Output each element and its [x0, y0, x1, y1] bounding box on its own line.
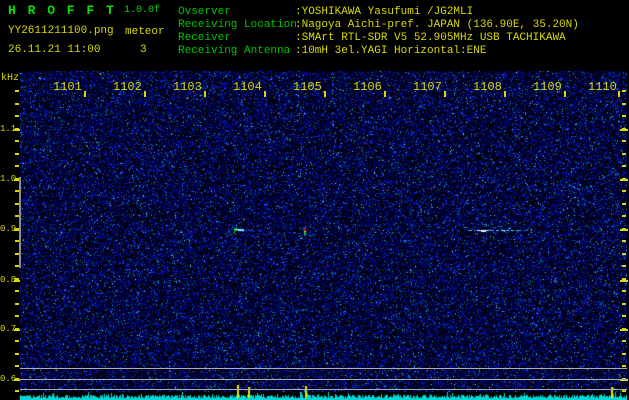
info-value-0: :YOSHIKAWA Yasufumi /JG2MLI — [295, 6, 474, 18]
time-tick-label-1103: 1103 — [173, 80, 202, 94]
freq-minor-tick-right — [622, 102, 626, 105]
freq-minor-tick-right — [622, 140, 626, 142]
time-tick — [144, 91, 146, 97]
freq-minor-tick-right — [622, 315, 626, 317]
freq-minor-tick — [15, 140, 19, 142]
time-tick-label-1104: 1104 — [233, 80, 262, 94]
info-label-1: Receiving Location — [178, 19, 297, 31]
time-tick-label-1110: 1110 — [588, 80, 617, 94]
freq-major-tick — [14, 280, 20, 282]
info-value-2: :SMArt RTL-SDR V5 52.905MHz USB TACHIKAW… — [295, 32, 566, 44]
reference-line-2 — [20, 379, 627, 380]
freq-minor-tick — [15, 102, 19, 105]
time-tick — [564, 91, 566, 97]
freq-minor-tick-right — [622, 165, 626, 167]
freq-minor-tick — [15, 352, 19, 355]
freq-minor-tick — [15, 377, 19, 380]
freq-minor-tick-right — [622, 152, 626, 155]
time-tick — [504, 91, 506, 97]
time-tick-label-1109: 1109 — [533, 80, 562, 94]
freq-minor-tick-right — [622, 390, 626, 392]
freq-tick-label-0.8: 0.8 — [0, 275, 17, 285]
time-tick — [324, 91, 326, 97]
freq-axis-unit: kHz — [1, 73, 20, 84]
hrofft-screen: H R O F F T 1.0.0f YY2611211100.png mete… — [0, 0, 629, 400]
time-tick-label-1106: 1106 — [353, 80, 382, 94]
mode-label: meteor — [125, 26, 165, 38]
level-scale-bar — [19, 177, 21, 268]
freq-minor-tick-right — [622, 277, 626, 280]
freq-tick-label-0.9: 0.9 — [0, 224, 17, 234]
app-title: H R O F F T — [8, 3, 116, 18]
freq-minor-tick — [15, 152, 19, 155]
freq-minor-tick — [15, 315, 19, 317]
freq-minor-tick — [15, 127, 19, 130]
time-tick-label-1108: 1108 — [473, 80, 502, 94]
freq-minor-tick-right — [622, 115, 626, 117]
time-tick — [384, 91, 386, 97]
freq-minor-tick — [15, 390, 19, 392]
freq-minor-tick-right — [622, 177, 626, 180]
time-tick-label-1105: 1105 — [293, 80, 322, 94]
freq-major-tick-right — [620, 280, 628, 282]
freq-minor-tick-right — [622, 327, 626, 330]
time-tick-label-1101: 1101 — [53, 80, 82, 94]
time-tick — [204, 91, 206, 97]
freq-minor-tick-right — [622, 227, 626, 230]
reference-line-3 — [20, 389, 627, 390]
observation-timestamp: 26.11.21 11:00 — [8, 44, 101, 56]
spectrogram-canvas — [20, 70, 627, 400]
freq-tick-label-1.1: 1.1 — [0, 124, 17, 134]
freq-tick-label-0.6: 0.6 — [0, 374, 17, 384]
time-tick — [444, 91, 446, 97]
meteor-count: 3 — [140, 44, 147, 56]
freq-minor-tick — [15, 165, 19, 167]
output-filename: YY2611211100.png — [8, 25, 114, 37]
freq-minor-tick — [15, 327, 19, 330]
freq-minor-tick — [15, 302, 19, 305]
info-label-3: Receiving Antenna — [178, 45, 291, 57]
freq-minor-tick — [15, 365, 19, 367]
freq-minor-tick — [15, 277, 19, 280]
freq-minor-tick — [15, 90, 19, 92]
freq-minor-tick — [15, 290, 19, 292]
info-label-2: Receiver — [178, 32, 231, 44]
freq-minor-tick-right — [622, 190, 626, 192]
reference-line-1 — [20, 368, 627, 369]
info-value-1: :Nagoya Aichi-pref. JAPAN (136.90E, 35.2… — [295, 19, 579, 31]
time-tick — [618, 91, 620, 97]
time-tick-label-1102: 1102 — [113, 80, 142, 94]
freq-tick-label-1.0: 1.0 — [0, 174, 17, 184]
time-tick — [84, 91, 86, 97]
freq-minor-tick-right — [622, 252, 626, 255]
freq-minor-tick-right — [622, 127, 626, 130]
freq-tick-label-0.7: 0.7 — [0, 324, 17, 334]
freq-minor-tick-right — [622, 202, 626, 205]
freq-minor-tick-right — [622, 340, 626, 342]
freq-minor-tick-right — [622, 290, 626, 292]
freq-minor-tick — [15, 340, 19, 342]
time-tick — [264, 91, 266, 97]
info-label-0: Ovserver — [178, 6, 231, 18]
time-tick-label-1107: 1107 — [413, 80, 442, 94]
freq-minor-tick — [15, 115, 19, 117]
freq-minor-tick-right — [622, 352, 626, 355]
freq-minor-tick-right — [622, 265, 626, 267]
app-version: 1.0.0f — [124, 5, 161, 16]
freq-minor-tick-right — [622, 302, 626, 305]
freq-minor-tick-right — [622, 215, 626, 217]
info-value-3: :10mH 3el.YAGI Horizontal:ENE — [295, 45, 487, 57]
freq-minor-tick-right — [622, 90, 626, 92]
freq-minor-tick-right — [622, 365, 626, 367]
freq-minor-tick-right — [622, 240, 626, 242]
